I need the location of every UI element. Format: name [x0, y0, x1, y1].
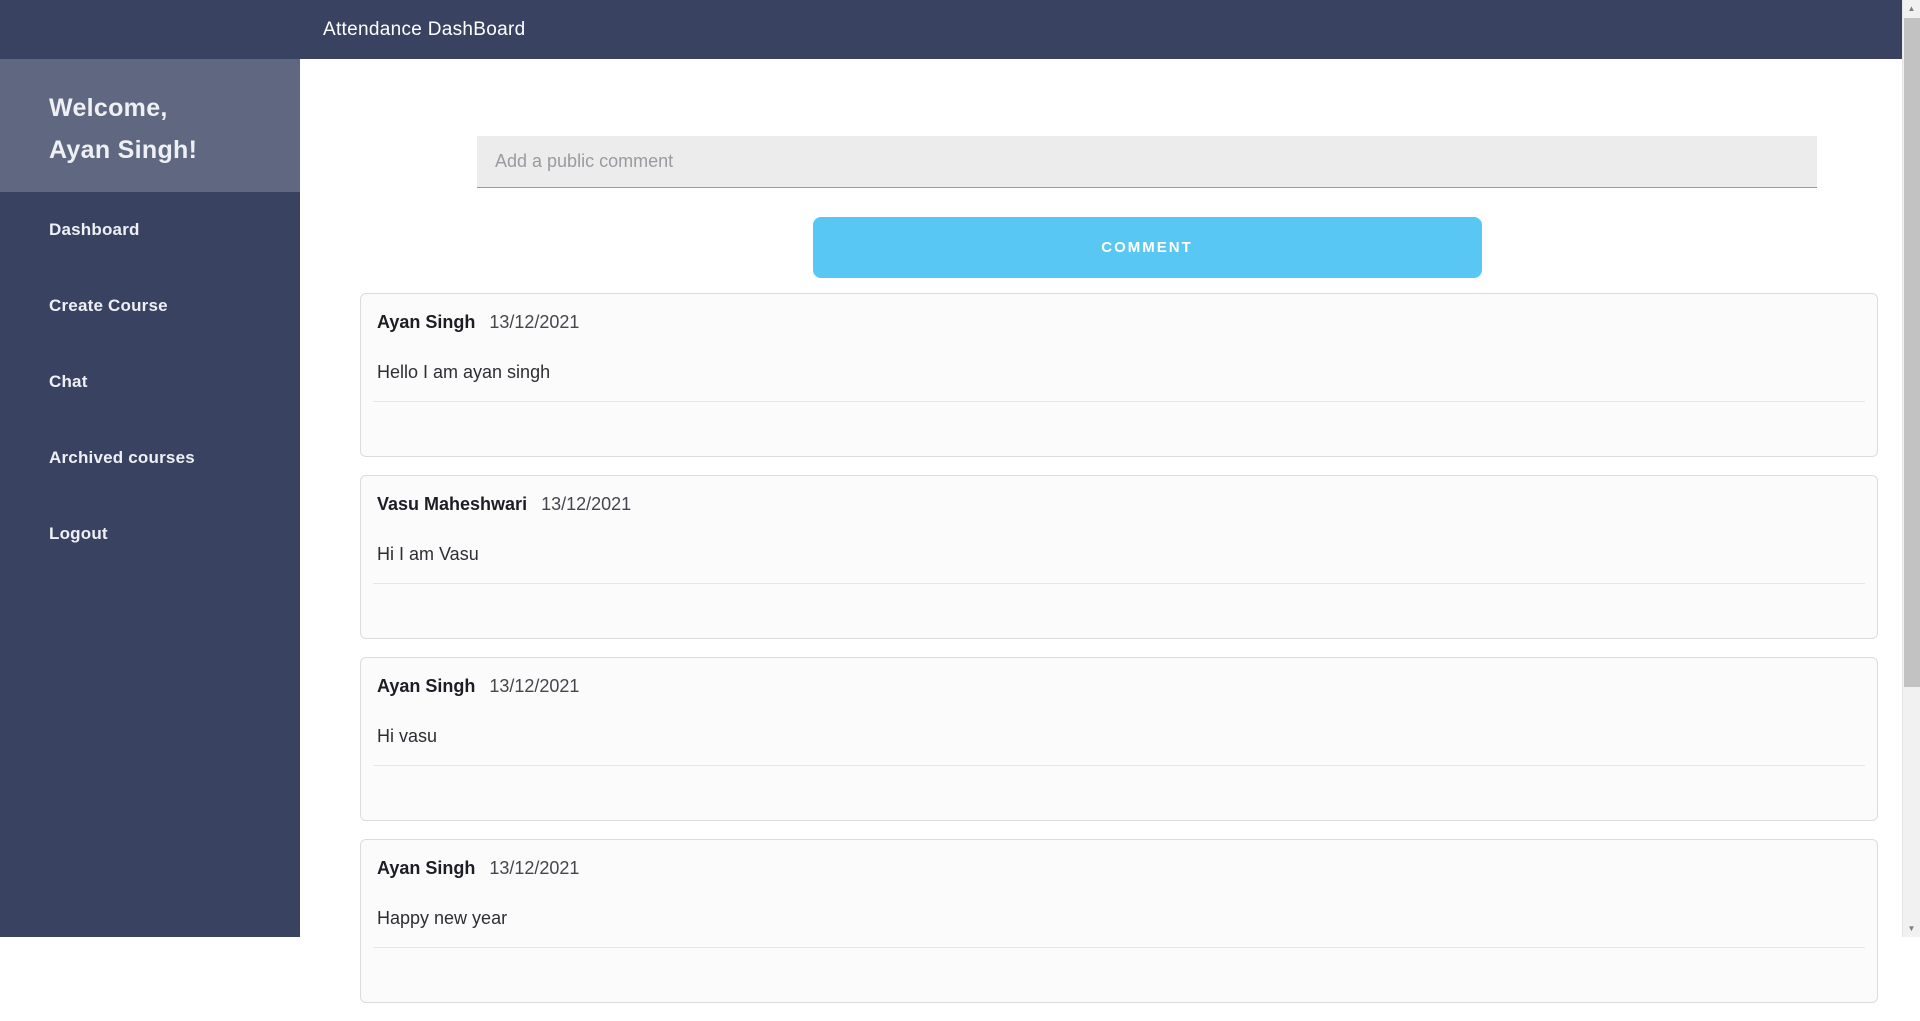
sidebar-item-chat[interactable]: Chat — [0, 344, 300, 420]
comment-card-body: Ayan Singh 13/12/2021 Hello I am ayan si… — [361, 294, 1877, 384]
comment-date: 13/12/2021 — [489, 312, 580, 332]
welcome-text-line2: Ayan Singh! — [49, 136, 198, 164]
scroll-up-button[interactable]: ▲ — [1903, 0, 1920, 17]
sidebar-menu: Dashboard Create Course Chat Archived co… — [0, 192, 300, 572]
comment-card-body: Ayan Singh 13/12/2021 Hi vasu — [361, 658, 1877, 748]
welcome-text-line1: Welcome, — [49, 94, 168, 122]
app-title: Attendance DashBoard — [323, 19, 526, 40]
comment-card: Ayan Singh 13/12/2021 Hi vasu — [360, 657, 1878, 821]
comment-author: Ayan Singh — [377, 858, 476, 878]
sidebar-item-label: Logout — [49, 524, 108, 543]
comment-header: Ayan Singh 13/12/2021 — [377, 310, 1861, 334]
comment-input[interactable] — [477, 136, 1817, 188]
card-divider — [373, 401, 1865, 402]
comment-card: Vasu Maheshwari 13/12/2021 Hi I am Vasu — [360, 475, 1878, 639]
comment-form: COMMENT — [477, 136, 1817, 278]
sidebar-item-label: Dashboard — [49, 220, 140, 239]
sidebar-item-dashboard[interactable]: Dashboard — [0, 192, 300, 268]
sidebar-item-create-course[interactable]: Create Course — [0, 268, 300, 344]
sidebar-item-archived-courses[interactable]: Archived courses — [0, 420, 300, 496]
comment-submit-button[interactable]: COMMENT — [812, 217, 1482, 278]
sidebar-item-label: Create Course — [49, 296, 168, 315]
comment-header: Ayan Singh 13/12/2021 — [377, 674, 1861, 698]
comment-date: 13/12/2021 — [541, 494, 632, 514]
comment-date: 13/12/2021 — [489, 676, 580, 696]
comment-text: Happy new year — [377, 908, 508, 928]
card-divider — [373, 947, 1865, 948]
comment-author: Vasu Maheshwari — [377, 494, 528, 514]
comment-author: Ayan Singh — [377, 676, 476, 696]
sidebar: Welcome, Ayan Singh! Dashboard Create Co… — [0, 59, 300, 937]
vertical-scrollbar[interactable]: ▲ ▼ — [1902, 0, 1920, 937]
main-content: COMMENT Ayan Singh 13/12/2021 Hello I am… — [300, 59, 1902, 1003]
sidebar-item-logout[interactable]: Logout — [0, 496, 300, 572]
comment-text: Hi vasu — [377, 726, 438, 746]
comment-text: Hello I am ayan singh — [377, 362, 551, 382]
comment-header: Vasu Maheshwari 13/12/2021 — [377, 492, 1861, 516]
comment-card: Ayan Singh 13/12/2021 Happy new year — [360, 839, 1878, 1003]
comment-date: 13/12/2021 — [489, 858, 580, 878]
comment-text: Hi I am Vasu — [377, 544, 479, 564]
comment-author: Ayan Singh — [377, 312, 476, 332]
sidebar-item-label: Archived courses — [49, 448, 195, 467]
comments-list: Ayan Singh 13/12/2021 Hello I am ayan si… — [360, 293, 1878, 1021]
comment-card-body: Ayan Singh 13/12/2021 Happy new year — [361, 840, 1877, 930]
card-divider — [373, 765, 1865, 766]
welcome-banner: Welcome, Ayan Singh! — [0, 59, 300, 192]
scrollbar-thumb[interactable] — [1904, 18, 1920, 687]
sidebar-item-label: Chat — [49, 372, 88, 391]
card-divider — [373, 583, 1865, 584]
scroll-down-button[interactable]: ▼ — [1903, 920, 1920, 937]
comment-header: Ayan Singh 13/12/2021 — [377, 856, 1861, 880]
comment-card-body: Vasu Maheshwari 13/12/2021 Hi I am Vasu — [361, 476, 1877, 566]
comment-card: Ayan Singh 13/12/2021 Hello I am ayan si… — [360, 293, 1878, 457]
top-navbar: Attendance DashBoard — [0, 0, 1920, 59]
